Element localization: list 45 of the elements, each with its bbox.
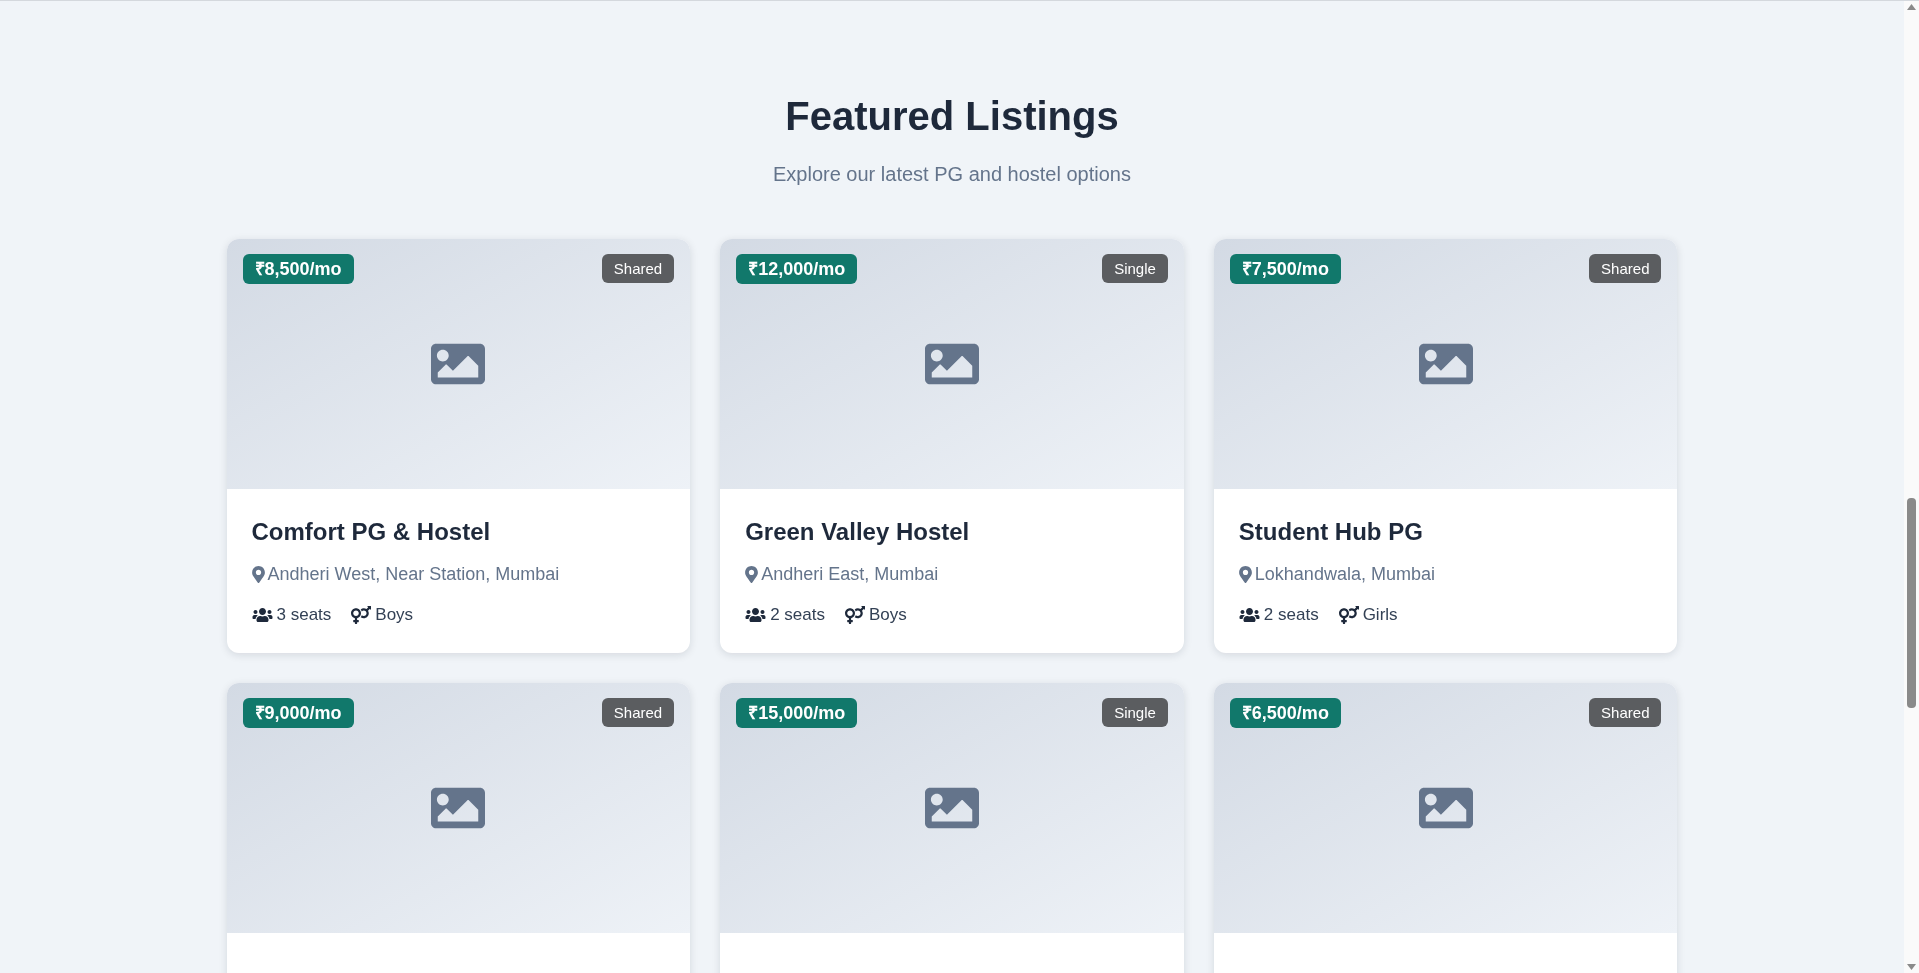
price-badge: ₹6,500/mo <box>1229 698 1341 728</box>
gender-label: Boys <box>868 604 907 626</box>
listing-location: Andheri West, Near Station, Mumbai <box>267 563 560 586</box>
price-badge: ₹12,000/mo <box>736 254 858 284</box>
gender-icon <box>351 605 372 624</box>
room-type-badge: Shared <box>1589 698 1662 727</box>
room-type-badge: Shared <box>601 698 675 727</box>
listing-location: Lokhandwala, Mumbai <box>1254 563 1435 586</box>
listing-title: Student Hub PG <box>1238 517 1424 547</box>
scroll-down-arrow-icon[interactable] <box>1907 964 1916 970</box>
gender-label: Boys <box>375 604 414 626</box>
seats-count: 2 seats <box>770 604 825 626</box>
location-pin-icon <box>1238 566 1252 583</box>
people-icon <box>745 606 767 623</box>
listing-card[interactable]: ₹9,000/mo Shared <box>226 683 691 973</box>
scrollbar-thumb[interactable] <box>1907 498 1916 708</box>
people-icon <box>251 606 273 623</box>
scrollbar[interactable] <box>1904 1 1919 973</box>
room-type-badge: Single <box>1102 254 1168 283</box>
location-pin-icon <box>745 566 759 583</box>
listing-card[interactable]: ₹6,500/mo Shared <box>1213 683 1678 973</box>
listing-location: Andheri East, Mumbai <box>761 563 939 586</box>
listing-card[interactable]: ₹12,000/mo Single Green Valley Hostel Andheri East, Mumbai 2 seats Boys <box>720 239 1184 653</box>
listing-card[interactable]: ₹8,500/mo Shared Comfort PG & Hostel Andheri West, Near Station, Mumbai 3 seats Boys <box>226 239 691 653</box>
room-type-badge: Single <box>1102 698 1168 727</box>
section-title: Featured Listings <box>785 93 1119 140</box>
price-badge: ₹9,000/mo <box>242 698 354 728</box>
price-badge: ₹15,000/mo <box>736 698 858 728</box>
gender-icon <box>844 605 865 624</box>
listing-card[interactable]: ₹15,000/mo Single <box>720 683 1184 973</box>
listing-title: Green Valley Hostel <box>745 517 971 547</box>
gender-icon <box>1338 605 1359 624</box>
location-pin-icon <box>251 566 265 583</box>
gender-label: Girls <box>1362 604 1398 626</box>
room-type-badge: Shared <box>601 254 675 283</box>
section-subtitle: Explore our latest PG and hostel options <box>773 162 1131 187</box>
room-type-badge: Shared <box>1589 254 1662 283</box>
people-icon <box>1238 606 1260 623</box>
listing-card[interactable]: ₹7,500/mo Shared Student Hub PG Lokhandwala, Mumbai 2 seats Girls <box>1213 239 1678 653</box>
listing-title: Comfort PG & Hostel <box>251 517 492 547</box>
seats-count: 2 seats <box>1263 604 1319 626</box>
price-badge: ₹7,500/mo <box>1229 254 1341 284</box>
scroll-up-arrow-icon[interactable] <box>1907 4 1916 10</box>
price-badge: ₹8,500/mo <box>242 254 354 284</box>
seats-count: 3 seats <box>276 604 332 626</box>
